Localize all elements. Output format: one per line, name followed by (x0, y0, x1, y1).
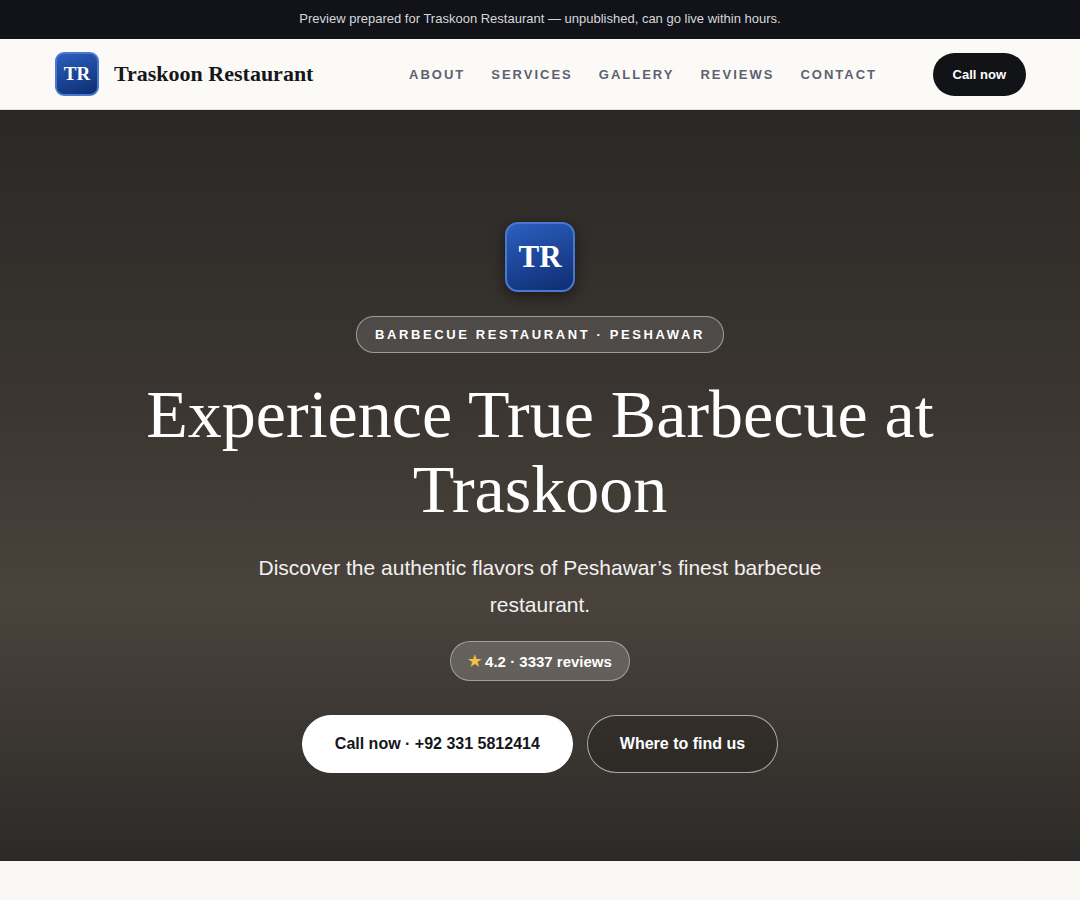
rating-text: 4.2 · 3337 reviews (485, 653, 612, 670)
hero-subtitle: Discover the authentic flavors of Peshaw… (235, 549, 845, 623)
brand-name: Traskoon Restaurant (114, 61, 313, 87)
hero-button[interactable]: Call now · +92 331 5812414 (302, 715, 573, 773)
nav-links: ABOUT SERVICES GALLERY REVIEWS CONTACT (409, 67, 877, 82)
category-tag: BARBECUE RESTAURANT · PESHAWAR (356, 316, 724, 353)
nav-link[interactable]: CONTACT (800, 67, 877, 82)
hero-title: Experience True Barbecue at Traskoon (90, 377, 990, 527)
page: Preview prepared for Traskoon Restaurant… (0, 0, 1080, 900)
nav-link[interactable]: REVIEWS (700, 67, 774, 82)
brand[interactable]: TR Traskoon Restaurant (55, 52, 313, 96)
nav-link[interactable]: SERVICES (491, 67, 573, 82)
hero-button[interactable]: Where to find us (587, 715, 778, 773)
hero-buttons: Call now · +92 331 5812414Where to find … (302, 715, 778, 773)
rating-badge: ★ 4.2 · 3337 reviews (450, 641, 630, 681)
next-section (0, 861, 1080, 900)
hero-content: TR BARBECUE RESTAURANT · PESHAWAR Experi… (0, 110, 1080, 773)
nav-link[interactable]: GALLERY (599, 67, 675, 82)
hero: TR BARBECUE RESTAURANT · PESHAWAR Experi… (0, 110, 1080, 861)
star-icon: ★ (468, 652, 481, 670)
hero-logo-icon: TR (505, 222, 575, 292)
nav-link[interactable]: ABOUT (409, 67, 465, 82)
navbar: TR Traskoon Restaurant ABOUT SERVICES GALL… (0, 39, 1080, 110)
logo-icon: TR (55, 52, 99, 96)
preview-banner: Preview prepared for Traskoon Restaurant… (0, 0, 1080, 39)
call-button[interactable]: Call now (933, 53, 1026, 96)
